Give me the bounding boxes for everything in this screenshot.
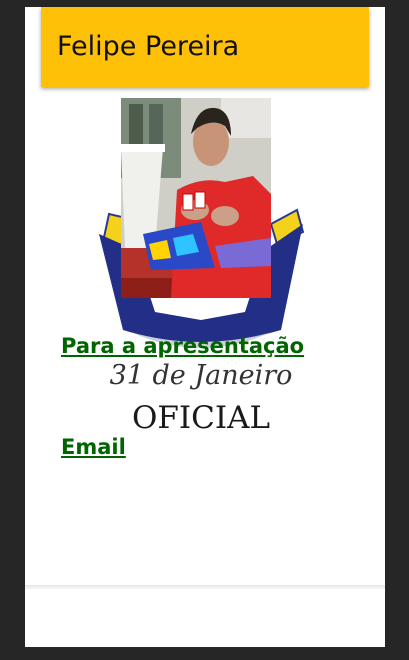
profile-photo [121,98,271,298]
app-header: Felipe Pereira [41,7,369,87]
page-title: Felipe Pereira [57,31,240,62]
presentation-link[interactable]: Para a apresentação [61,334,304,358]
logo-text-date: 31 de Janeiro [110,360,293,391]
page-card: Felipe Pereira 31 de Janeiro OFICIAL Par… [25,7,385,647]
logo-text-official: OFICIAL [132,400,270,436]
footer-divider [25,585,385,589]
email-link[interactable]: Email [61,435,126,459]
